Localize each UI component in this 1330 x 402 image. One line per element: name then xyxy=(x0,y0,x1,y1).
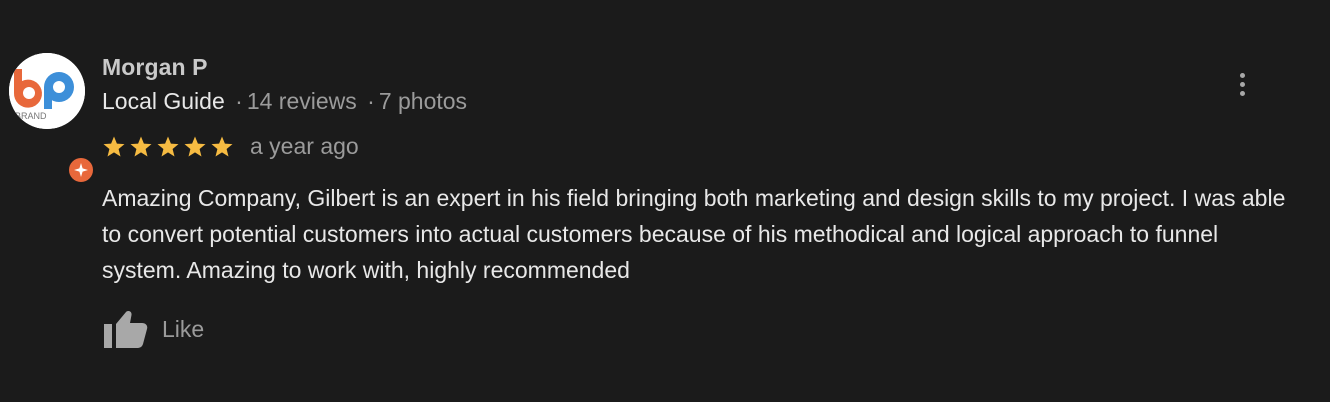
thumbs-up-icon xyxy=(104,311,148,348)
more-vertical-icon xyxy=(1239,81,1245,87)
review-count: 14 reviews xyxy=(246,88,357,114)
reviewer-meta: Local Guide · 14 reviews · 7 photos xyxy=(102,88,467,115)
star-rating xyxy=(102,135,234,159)
reviewer-name[interactable]: Morgan P xyxy=(102,54,208,81)
star-icon xyxy=(130,136,152,156)
brand-logo-icon: BRAND xyxy=(9,53,85,129)
like-button[interactable]: Like xyxy=(102,308,204,350)
star-icon xyxy=(184,136,206,156)
local-guide-label: Local Guide xyxy=(102,88,225,114)
meta-separator: · xyxy=(235,88,243,114)
rating-row: a year ago xyxy=(102,133,359,160)
more-options-button[interactable] xyxy=(1228,66,1256,102)
star-icon xyxy=(157,136,179,156)
meta-separator: · xyxy=(367,88,375,114)
review-card: BRAND Morgan P Local Guide · 14 reviews ·… xyxy=(0,0,1330,402)
photo-count: 7 photos xyxy=(378,88,468,114)
star-icon xyxy=(211,136,233,156)
avatar-brand-text: BRAND xyxy=(15,111,47,121)
review-time: a year ago xyxy=(250,133,359,159)
local-guide-badge-icon xyxy=(67,156,95,184)
star-icon xyxy=(103,136,125,156)
review-text: Amazing Company, Gilbert is an expert in… xyxy=(102,185,1286,283)
like-label: Like xyxy=(162,315,205,342)
more-vertical-icon xyxy=(1239,72,1245,78)
more-vertical-icon xyxy=(1239,90,1245,96)
avatar[interactable]: BRAND xyxy=(9,53,95,184)
